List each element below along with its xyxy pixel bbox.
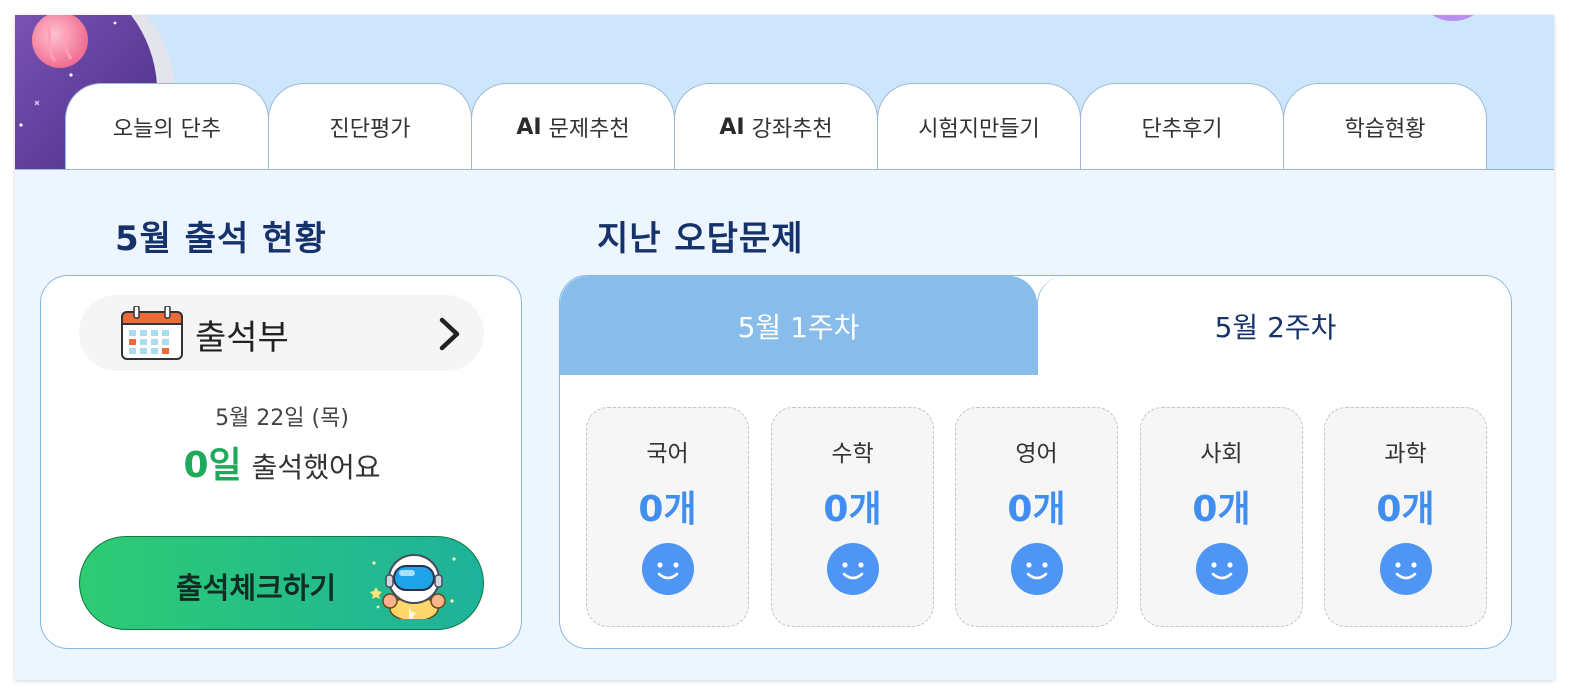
main-tabs: 오늘의 단추 진단평가 AI 문제추천 AI 강좌추천 시험지만들기 단추후기 학습… <box>65 83 1487 170</box>
attendance-days-count: 0일 <box>183 445 242 486</box>
tab-label: 학습현황 <box>1344 117 1426 142</box>
subject-count: 0개 <box>1007 489 1066 530</box>
tab-prefix: AI <box>719 114 745 140</box>
calendar-icon <box>121 306 183 360</box>
subject-card-english[interactable]: 영어 0개 <box>955 407 1118 627</box>
attendance-check-button[interactable]: 출석체크하기 <box>79 536 484 630</box>
tab-label: 시험지만들기 <box>918 117 1040 142</box>
subject-count: 0개 <box>1192 489 1251 530</box>
subject-count: 0개 <box>638 489 697 530</box>
week-tab-label: 5월 2주차 <box>1214 310 1337 344</box>
week-tab-2[interactable]: 5월 2주차 <box>1037 276 1511 375</box>
subject-count: 0개 <box>823 489 882 530</box>
week-tab-1[interactable]: 5월 1주차 <box>560 276 1037 375</box>
page-frame: 오늘의 단추 진단평가 AI 문제추천 AI 강좌추천 시험지만들기 단추후기 학습… <box>15 15 1554 680</box>
subject-name: 국어 <box>646 441 689 467</box>
tab-diagnosis[interactable]: 진단평가 <box>268 83 472 170</box>
attendance-days-suffix: 출석했어요 <box>251 451 381 484</box>
tab-label: 문제추천 <box>548 117 630 142</box>
smiley-icon <box>827 543 879 595</box>
tab-label: 단추후기 <box>1141 117 1223 142</box>
attendance-check-label: 출석체크하기 <box>176 571 337 605</box>
header-banner: 오늘의 단추 진단평가 AI 문제추천 AI 강좌추천 시험지만들기 단추후기 학습… <box>15 15 1554 170</box>
smiley-icon <box>1196 543 1248 595</box>
attendance-summary: 0일 출석했어요 <box>41 436 523 488</box>
tab-label: 오늘의 단추 <box>112 117 222 142</box>
wrong-answers-card: 5월 1주차 5월 2주차 국어 0개 수학 0개 영어 0개 사회 0개 과학… <box>559 275 1512 649</box>
tab-divider <box>15 169 1554 170</box>
attendance-book-button[interactable]: 출석부 <box>79 295 484 371</box>
week-tab-label: 5월 1주차 <box>737 310 860 344</box>
wrong-answers-title: 지난 오답문제 <box>597 219 804 259</box>
tab-label: 강좌추천 <box>751 117 833 142</box>
tab-prefix: AI <box>516 114 542 140</box>
subject-name: 영어 <box>1015 441 1058 467</box>
attendance-book-label: 출석부 <box>195 318 289 358</box>
tab-today[interactable]: 오늘의 단추 <box>65 83 269 170</box>
planet-decoration <box>1426 15 1480 21</box>
subject-card-social[interactable]: 사회 0개 <box>1140 407 1303 627</box>
tab-ai-lecture[interactable]: AI 강좌추천 <box>674 83 878 170</box>
subject-count: 0개 <box>1376 489 1435 530</box>
tab-make-test[interactable]: 시험지만들기 <box>877 83 1081 170</box>
subject-card-math[interactable]: 수학 0개 <box>771 407 934 627</box>
attendance-card: 출석부 5월 22일 (목) 0일 출석했어요 출석체크하기 <box>40 275 522 649</box>
smiley-icon <box>1011 543 1063 595</box>
smiley-icon <box>642 543 694 595</box>
astronaut-icon <box>370 554 456 619</box>
attendance-date: 5월 22일 (목) <box>215 406 349 431</box>
subject-name: 사회 <box>1200 441 1243 467</box>
subject-card-science[interactable]: 과학 0개 <box>1324 407 1487 627</box>
attendance-title: 5월 출석 현황 <box>115 219 327 259</box>
subject-name: 수학 <box>831 441 874 467</box>
tab-progress[interactable]: 학습현황 <box>1283 83 1487 170</box>
subject-name: 과학 <box>1384 441 1427 467</box>
tab-label: 진단평가 <box>329 117 411 142</box>
chevron-right-icon <box>439 317 460 351</box>
smiley-icon <box>1380 543 1432 595</box>
subject-card-korean[interactable]: 국어 0개 <box>586 407 749 627</box>
tab-ai-problem[interactable]: AI 문제추천 <box>471 83 675 170</box>
tab-reviews[interactable]: 단추후기 <box>1080 83 1284 170</box>
